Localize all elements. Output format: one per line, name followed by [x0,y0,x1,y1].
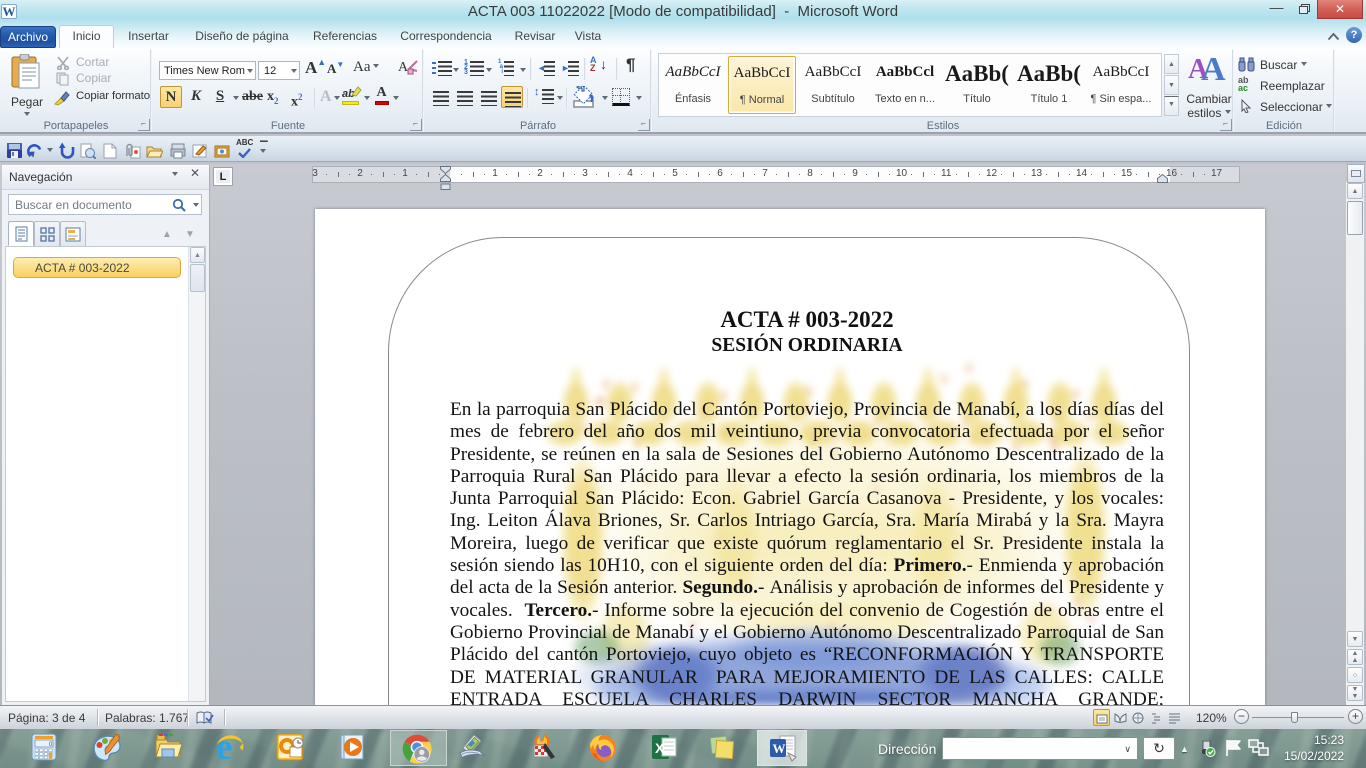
svg-text:X: X [655,740,665,756]
svg-text:W: W [773,741,786,756]
svg-text:A: A [398,60,409,75]
